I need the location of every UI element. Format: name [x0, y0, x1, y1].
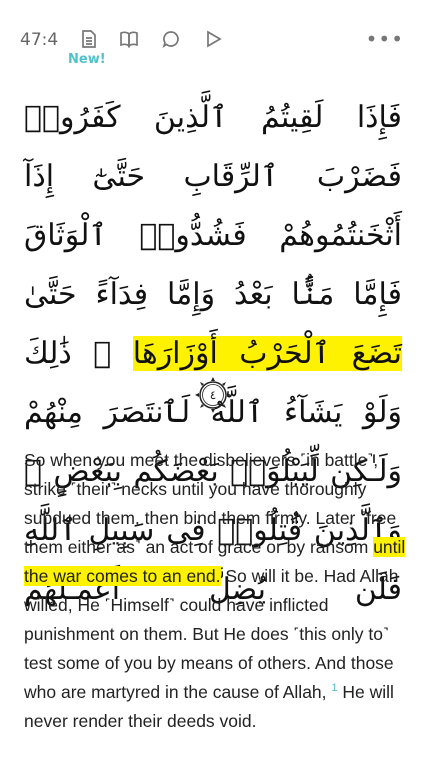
reader-toolbar: 47:4 New! ••• [0, 0, 426, 70]
ayah-end-marker: ٤ [193, 375, 233, 415]
arabic-highlighted-phrase[interactable]: تَضَعَ ٱلْحَرْبُ أَوْزَارَهَا [132, 336, 402, 371]
new-badge: New! [68, 52, 106, 67]
more-icon[interactable]: ••• [366, 27, 404, 51]
verse-key: 47:4 [20, 30, 59, 50]
ayah-number: ٤ [209, 388, 217, 402]
arabic-text-start: فَإِذَا لَقِيتُمُ ٱلَّذِينَ كَفَرُوا۟ فَ… [24, 100, 402, 312]
translation-text: So when you meet the disbelievers ˹in ba… [24, 446, 408, 736]
document-icon[interactable] [78, 28, 100, 50]
comment-icon[interactable] [160, 28, 182, 50]
book-icon[interactable] [118, 28, 140, 50]
play-icon[interactable] [202, 28, 224, 50]
translation-text-start: So when you meet the disbelievers ˹in ba… [24, 450, 397, 557]
